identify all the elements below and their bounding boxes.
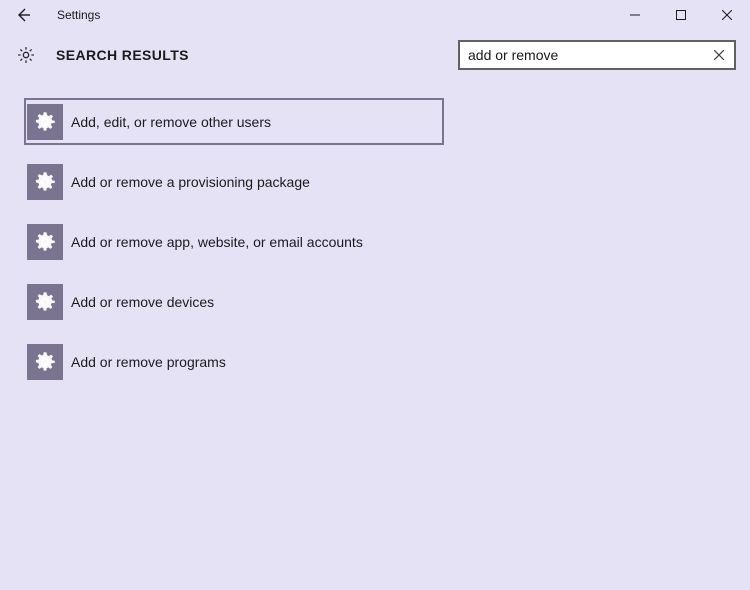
maximize-icon xyxy=(676,10,686,20)
minimize-button[interactable] xyxy=(612,0,658,30)
maximize-button[interactable] xyxy=(658,0,704,30)
close-icon xyxy=(714,50,724,60)
close-button[interactable] xyxy=(704,0,750,30)
result-label: Add or remove app, website, or email acc… xyxy=(71,234,363,250)
search-result[interactable]: Add or remove devices xyxy=(24,278,444,325)
search-result[interactable]: Add or remove a provisioning package xyxy=(24,158,444,205)
window-title: Settings xyxy=(45,8,100,22)
search-result[interactable]: Add or remove programs xyxy=(24,338,444,385)
back-button[interactable] xyxy=(0,0,45,30)
window-controls xyxy=(612,0,750,30)
search-result[interactable]: Add, edit, or remove other users xyxy=(24,98,444,145)
search-results: Add, edit, or remove other users Add or … xyxy=(0,70,750,385)
clear-search-button[interactable] xyxy=(704,42,734,68)
arrow-left-icon xyxy=(15,7,31,23)
result-label: Add or remove devices xyxy=(71,294,214,310)
gear-icon-svg xyxy=(16,45,36,65)
title-bar: Settings xyxy=(0,0,750,30)
minimize-icon xyxy=(630,10,640,20)
result-label: Add, edit, or remove other users xyxy=(71,114,271,130)
gear-icon xyxy=(27,344,63,380)
search-result[interactable]: Add or remove app, website, or email acc… xyxy=(24,218,444,265)
gear-icon xyxy=(27,164,63,200)
header-row: SEARCH RESULTS xyxy=(0,30,750,70)
gear-icon xyxy=(27,104,63,140)
result-label: Add or remove programs xyxy=(71,354,226,370)
close-icon xyxy=(722,10,732,20)
search-input[interactable] xyxy=(460,47,704,63)
gear-icon xyxy=(14,43,38,67)
gear-icon xyxy=(27,224,63,260)
page-title: SEARCH RESULTS xyxy=(56,47,189,63)
search-box[interactable] xyxy=(458,40,736,70)
result-label: Add or remove a provisioning package xyxy=(71,174,310,190)
gear-icon xyxy=(27,284,63,320)
